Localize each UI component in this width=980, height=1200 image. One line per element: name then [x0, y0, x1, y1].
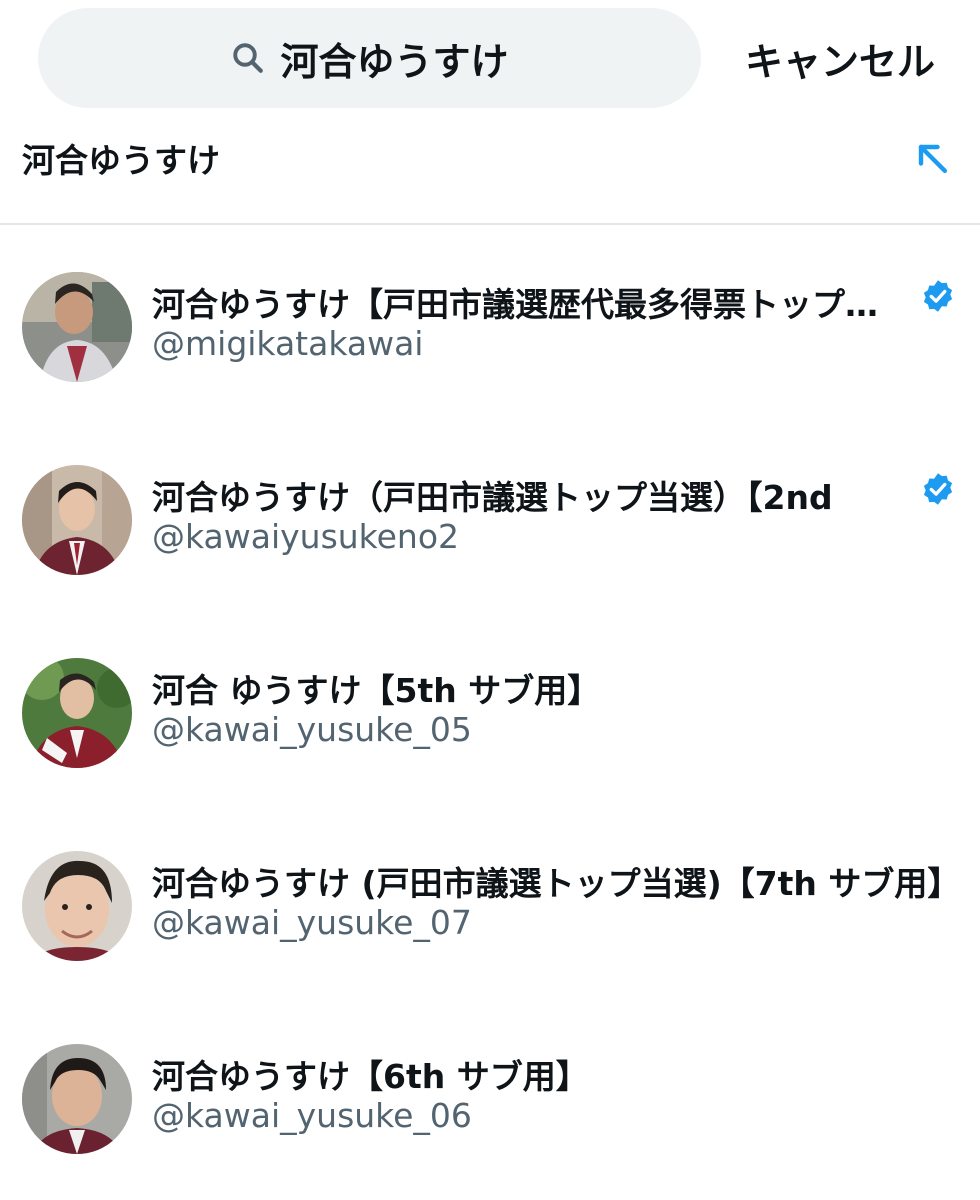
user-handle: @kawaiyusukeno2: [152, 517, 460, 556]
search-screen: 河合ゆうすけ キャンセル 河合ゆうすけ 河合ゆうすけ【戸田市議選歴代最多得票トッ…: [0, 0, 980, 1200]
user-display-name: 河合ゆうすけ【6th サブ用】: [152, 1057, 589, 1096]
avatar[interactable]: [22, 272, 132, 382]
user-result-row[interactable]: 河合 ゆうすけ【5th サブ用】 @kawai_yusuke_05: [0, 658, 980, 808]
divider: [0, 223, 980, 225]
user-result-row[interactable]: 河合ゆうすけ (戸田市議選トップ当選)【7th サブ用】 @kawai_yusu…: [0, 851, 980, 1001]
suggestion-text: 河合ゆうすけ: [22, 141, 220, 180]
avatar[interactable]: [22, 465, 132, 575]
verified-badge-icon: [923, 280, 953, 312]
cancel-button[interactable]: キャンセル: [725, 30, 955, 86]
user-display-name: 河合ゆうすけ（戸田市議選トップ当選）【2nd: [152, 478, 833, 517]
user-display-name: 河合 ゆうすけ【5th サブ用】: [152, 671, 601, 710]
avatar[interactable]: [22, 851, 132, 961]
user-display-name: 河合ゆうすけ【戸田市議選歴代最多得票トップ当選】: [152, 285, 902, 324]
user-handle: @migikatakawai: [152, 324, 424, 363]
search-query[interactable]: 河合ゆうすけ: [280, 31, 508, 86]
arrow-up-left-icon[interactable]: [910, 136, 954, 180]
user-handle: @kawai_yusuke_05: [152, 710, 472, 749]
search-suggestion[interactable]: 河合ゆうすけ: [0, 120, 980, 224]
user-handle: @kawai_yusuke_06: [152, 1096, 472, 1135]
search-icon: [233, 43, 264, 73]
user-result-row[interactable]: 河合ゆうすけ【6th サブ用】 @kawai_yusuke_06: [0, 1044, 980, 1194]
avatar[interactable]: [22, 1044, 132, 1154]
user-handle: @kawai_yusuke_07: [152, 903, 472, 942]
avatar[interactable]: [22, 658, 132, 768]
verified-badge-icon: [923, 473, 953, 505]
search-input[interactable]: 河合ゆうすけ: [38, 8, 701, 108]
user-display-name: 河合ゆうすけ (戸田市議選トップ当選)【7th サブ用】: [152, 864, 961, 903]
user-result-row[interactable]: 河合ゆうすけ【戸田市議選歴代最多得票トップ当選】 @migikatakawai: [0, 272, 980, 422]
user-result-row[interactable]: 河合ゆうすけ（戸田市議選トップ当選）【2nd @kawaiyusukeno2: [0, 465, 980, 615]
